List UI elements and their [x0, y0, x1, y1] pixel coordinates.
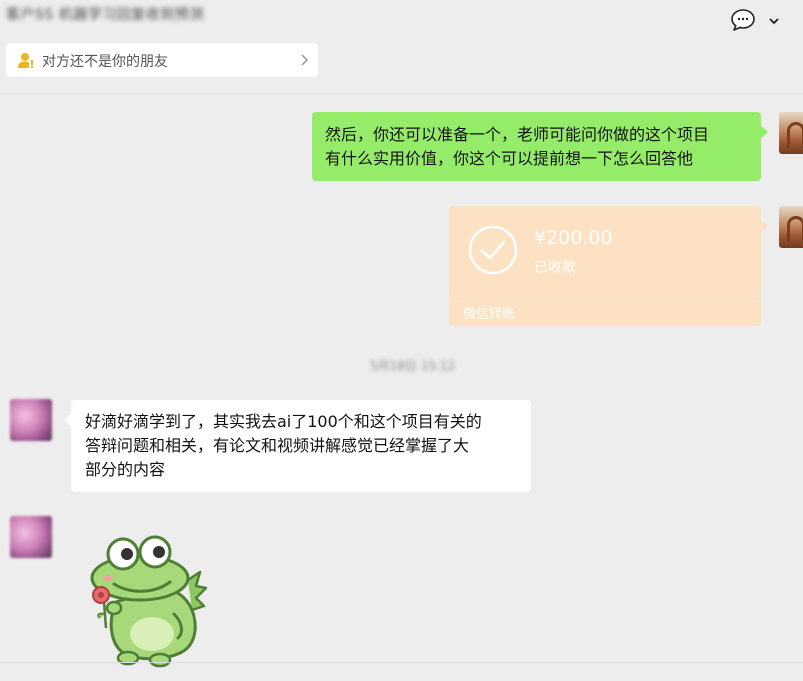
- user-warning-icon: [18, 53, 33, 68]
- chat-bubble-icon: [731, 9, 755, 31]
- frog-sticker-icon[interactable]: [78, 528, 208, 668]
- notice-text: 对方还不是你的朋友: [42, 54, 168, 70]
- contact-avatar[interactable]: [10, 516, 52, 558]
- check-circle-icon: [468, 225, 518, 275]
- transfer-source: 微信转账: [463, 307, 516, 322]
- chevron-right-icon: [301, 54, 308, 66]
- incoming-message-bubble[interactable]: 好滴好滴学到了，其实我去ai了100个和这个项目有关的 答辩问题和相关，有论文和…: [64, 400, 531, 492]
- message-line: 答辩问题和相关，有论文和视频讲解感觉已经掌握了大: [85, 436, 470, 455]
- transfer-divider: [449, 296, 761, 297]
- message-line: 有什么实用价值，你这个可以提前想一下怎么回答他: [325, 149, 694, 168]
- message-line: 好滴好滴学到了，其实我去ai了100个和这个项目有关的: [85, 412, 482, 431]
- chevron-down-icon: [769, 18, 779, 25]
- contact-avatar[interactable]: [10, 399, 52, 441]
- input-area-divider: [0, 662, 803, 663]
- transfer-card[interactable]: ¥200.00 已收款 微信转账: [449, 206, 768, 326]
- transfer-status: 已收款: [534, 260, 576, 276]
- chat-header: 客户SS 机器学习回复收到预测: [0, 0, 803, 36]
- my-avatar[interactable]: [779, 112, 803, 154]
- my-avatar[interactable]: [779, 206, 803, 248]
- divider: [0, 93, 803, 94]
- chat-title: 客户SS 机器学习回复收到预测: [6, 7, 204, 23]
- transfer-amount: ¥200.00: [534, 227, 613, 249]
- outgoing-message-bubble[interactable]: 然后，你还可以准备一个，老师可能问你做的这个项目 有什么实用价值，你这个可以提前…: [312, 112, 768, 181]
- message-line: 然后，你还可以准备一个，老师可能问你做的这个项目: [325, 125, 710, 144]
- message-line: 部分的内容: [85, 460, 166, 479]
- message-timestamp: 5月18日 15:12: [370, 359, 456, 373]
- chat-options-menu[interactable]: [730, 8, 786, 32]
- not-friend-notice[interactable]: 对方还不是你的朋友: [6, 43, 318, 77]
